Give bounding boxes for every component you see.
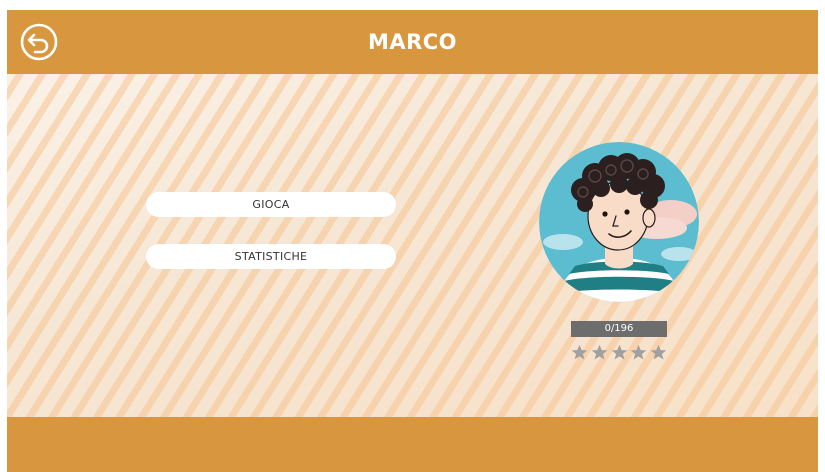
star-rating [571, 344, 667, 362]
app-screen: MARCO GIOCA STATISTICHE 0/196 [0, 0, 825, 472]
header-bar: MARCO [7, 10, 818, 74]
star-icon [611, 344, 627, 360]
star-icon [591, 344, 608, 360]
star-icon [571, 344, 588, 360]
main-area: GIOCA STATISTICHE 0/196 [7, 74, 818, 417]
avatar [539, 142, 699, 302]
footer-bar [7, 417, 818, 472]
page-title: MARCO [367, 30, 458, 54]
star-icon [630, 344, 647, 360]
play-button[interactable]: GIOCA [146, 192, 396, 217]
star-icon [650, 344, 667, 360]
progress-counter: 0/196 [571, 321, 667, 337]
statistics-button[interactable]: STATISTICHE [146, 244, 396, 269]
